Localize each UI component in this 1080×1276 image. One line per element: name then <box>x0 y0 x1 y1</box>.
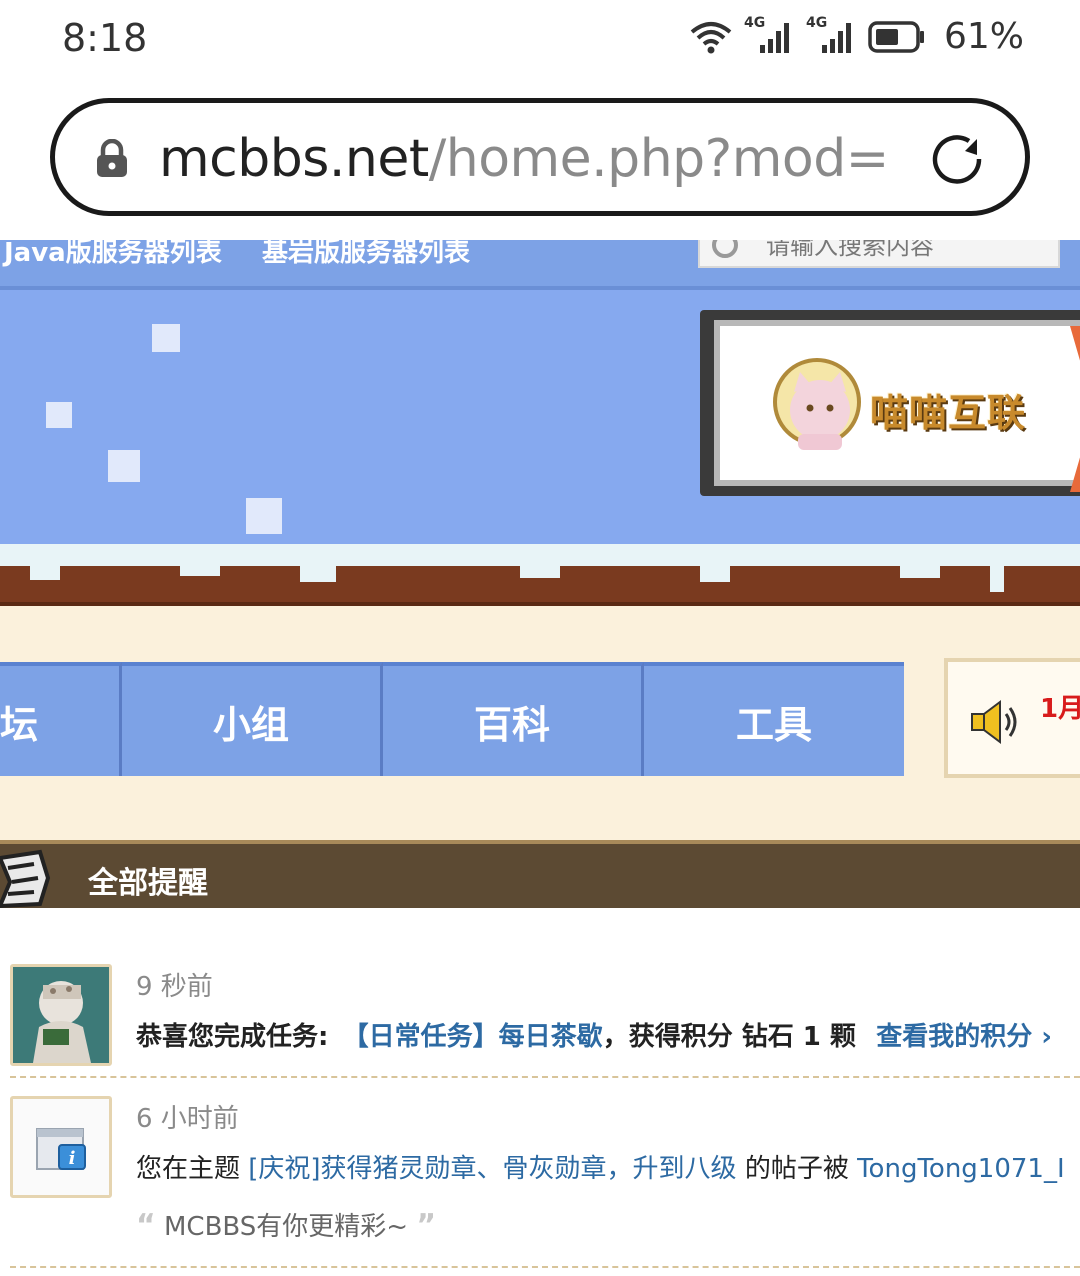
url-path: /home.php?mod=sp <box>428 129 889 189</box>
bedrock-server-list-link[interactable]: 基岩版服务器列表 <box>262 240 470 269</box>
task-link[interactable]: 【日常任务】每日茶歇 <box>343 1022 603 1052</box>
site-logo[interactable]: 喵喵互联 <box>700 310 1080 496</box>
section-title: 全部提醒 <box>88 866 208 901</box>
view-points-link[interactable]: 查看我的积分 › <box>876 1022 1052 1052</box>
section-title-bar: 全部提醒 <box>0 840 1080 908</box>
nav-tab-label: 小组 <box>212 702 289 747</box>
site-search[interactable]: 请输入搜索内容 <box>698 240 1060 268</box>
notice-divider <box>10 1076 1080 1078</box>
search-icon[interactable] <box>712 240 738 258</box>
reload-icon[interactable] <box>925 129 989 197</box>
signal-icon-1: 4G <box>744 15 794 57</box>
icicle <box>300 564 336 582</box>
nav-tab-groups[interactable]: 小组 <box>122 662 383 776</box>
search-input[interactable]: 请输入搜索内容 <box>766 240 934 261</box>
logo-text: 喵喵互联 <box>870 391 1027 435</box>
cat-mascot-icon <box>772 352 872 466</box>
notice-quote: “ MCBBS有你更精彩~ ” <box>136 1206 436 1243</box>
battery-icon <box>868 20 926 53</box>
notice-prefix: 您在主题 <box>136 1154 249 1184</box>
open-quote-icon: “ <box>136 1208 156 1243</box>
topic-link[interactable]: [庆祝]获得猪灵勋章、骨灰勋章，升到八级 <box>248 1154 736 1184</box>
address-bar[interactable]: mcbbs.net/home.php?mod=sp <box>50 98 1030 216</box>
logo-accent <box>1070 326 1080 492</box>
info-window-icon: i <box>13 1099 109 1195</box>
url-domain: mcbbs.net <box>159 129 429 189</box>
status-icons: 4G 4G 61% <box>690 15 1024 57</box>
nav-tab-label: 坛 <box>0 702 39 747</box>
logo-panel: 喵喵互联 <box>714 320 1080 492</box>
notice-prefix: 恭喜您完成任务: <box>136 1022 329 1052</box>
nav-tab-label: 工具 <box>735 702 812 747</box>
site-banner: 喵喵互联 <box>0 290 1080 552</box>
system-notice-avatar[interactable]: i <box>10 1096 112 1198</box>
announcement-text[interactable]: 1月 <box>1040 688 1080 725</box>
notice-middle: 的帖子被 <box>736 1154 858 1184</box>
icicle <box>900 564 940 578</box>
icicle <box>700 564 730 582</box>
scroll-icon <box>0 848 52 908</box>
nav-tab-forum[interactable]: 坛 <box>0 662 122 776</box>
notice-divider <box>10 1266 1080 1268</box>
nav-area: 坛 小组 百科 工具 1月 <box>0 606 1080 840</box>
icicle <box>30 564 60 580</box>
close-quote-icon: ” <box>416 1208 437 1243</box>
wifi-icon <box>690 20 732 54</box>
lock-icon[interactable] <box>95 138 129 183</box>
java-server-list-link[interactable]: Java版服务器列表 <box>4 240 222 269</box>
user-link[interactable]: TongTong1071_I <box>857 1154 1065 1184</box>
battery-percent: 61% <box>943 16 1024 57</box>
speaker-icon <box>970 700 1022 748</box>
nav-tab-wiki[interactable]: 百科 <box>383 662 644 776</box>
avatar[interactable] <box>10 964 112 1066</box>
url-text[interactable]: mcbbs.net/home.php?mod=sp <box>159 129 889 189</box>
signal-icon-2: 4G <box>806 15 856 57</box>
status-time: 8:18 <box>62 16 148 60</box>
nav-tab-tools[interactable]: 工具 <box>644 662 904 776</box>
status-bar: 8:18 4G 4G 61% <box>0 0 1080 80</box>
nav-tabs: 坛 小组 百科 工具 <box>0 662 904 782</box>
site-top-bar: Java版服务器列表 基岩版服务器列表 请输入搜索内容 <box>0 240 1080 288</box>
snowflake <box>152 324 180 352</box>
notice-text: 恭喜您完成任务: 【日常任务】每日茶歇，获得积分 钻石 1 颗 查看我的积分 › <box>136 1016 1052 1053</box>
snowflake <box>108 450 140 482</box>
notice-reward: ，获得积分 钻石 1 颗 <box>602 1022 856 1052</box>
notice-time: 6 小时前 <box>136 1104 239 1134</box>
icicle <box>520 564 560 578</box>
quote-text: MCBBS有你更精彩~ <box>163 1212 409 1242</box>
icicle <box>180 564 220 576</box>
icicle <box>990 564 1004 592</box>
notice-time: 9 秒前 <box>136 972 213 1002</box>
svg-text:i: i <box>69 1148 76 1169</box>
snowflake <box>246 498 282 534</box>
announcement-box[interactable]: 1月 <box>944 658 1080 778</box>
snowflake <box>46 402 72 428</box>
notice-text: 您在主题 [庆祝]获得猪灵勋章、骨灰勋章，升到八级 的帖子被 TongTong1… <box>136 1148 1065 1185</box>
nav-tab-label: 百科 <box>473 702 550 747</box>
